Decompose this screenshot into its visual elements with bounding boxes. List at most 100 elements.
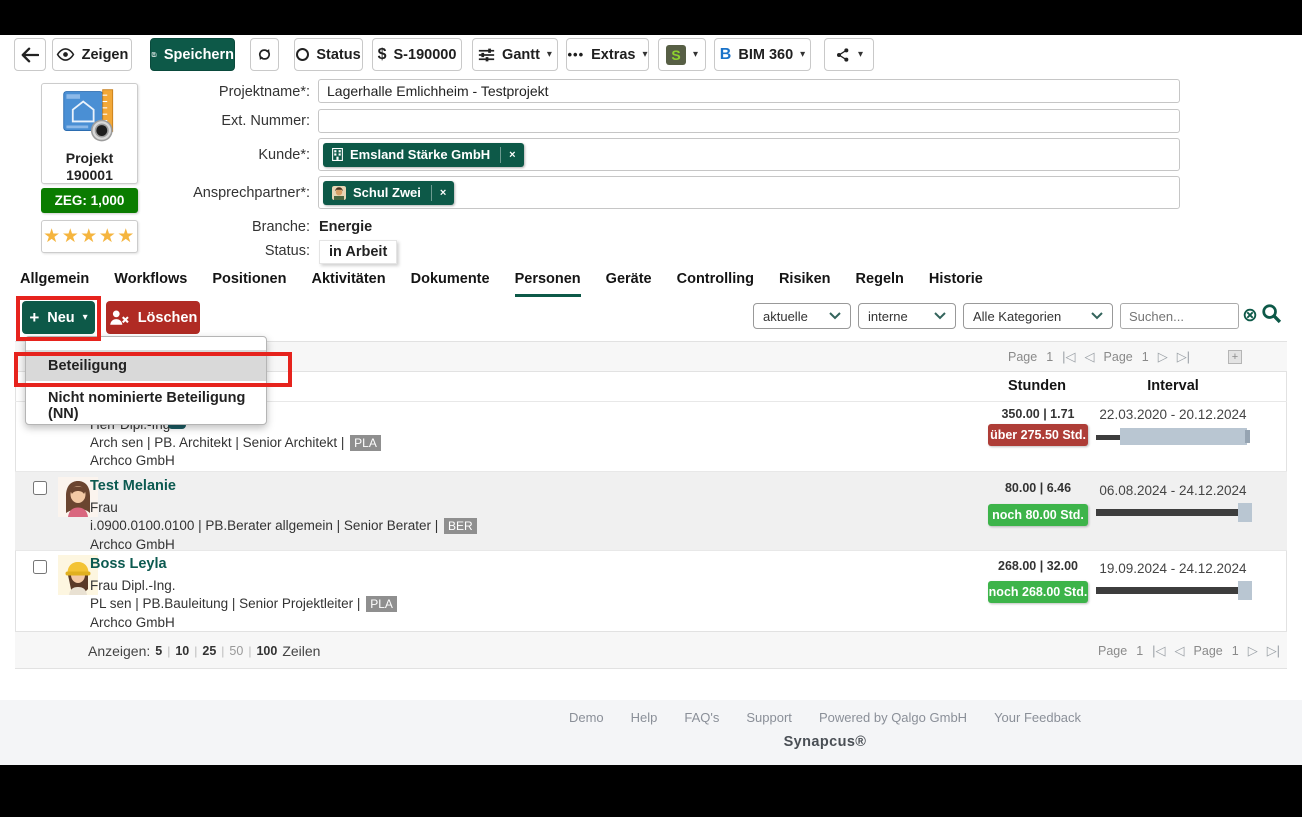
branche-value: Energie — [319, 219, 372, 235]
chevron-down-icon: ▾ — [693, 50, 698, 60]
project-number-label: S-190000 — [394, 47, 457, 63]
tab-positionen[interactable]: Positionen — [212, 271, 286, 297]
plus-icon: + — [29, 308, 39, 328]
share-button[interactable]: ▾ — [824, 38, 874, 71]
tab-personen[interactable]: Personen — [515, 271, 581, 297]
zeilen-label: Zeilen — [282, 643, 320, 659]
back-button[interactable] — [14, 38, 46, 71]
bim360-button[interactable]: B BIM 360 ▾ — [714, 38, 811, 71]
ansprechpartner-field[interactable]: Schul Zwei × — [318, 176, 1180, 209]
next-page-icon[interactable]: ▷ — [1248, 643, 1258, 659]
search-icon[interactable] — [1261, 303, 1282, 324]
footer-link-powered-by[interactable]: Powered by Qalgo GmbH — [819, 710, 967, 725]
person-company: Archco GmbH — [90, 453, 175, 468]
person-name[interactable]: Test Melanie — [90, 478, 176, 494]
row-checkbox[interactable] — [33, 560, 47, 574]
synapcus-app-button[interactable]: S ▾ — [658, 38, 706, 71]
prev-page-icon[interactable]: ◁ — [1085, 349, 1095, 365]
footer-link-feedback[interactable]: Your Feedback — [994, 710, 1081, 725]
status-form-label: Status: — [75, 243, 310, 259]
page-number: 1 — [1142, 350, 1149, 364]
status-value-box: in Arbeit — [319, 240, 397, 264]
interval-bar-handle[interactable] — [1245, 430, 1250, 443]
kunde-tag[interactable]: Emsland Stärke GmbH × — [323, 143, 524, 167]
status-button[interactable]: Status — [294, 38, 363, 71]
menu-item-beteiligung[interactable]: Beteiligung — [26, 350, 266, 381]
hours-badge: über 275.50 Std. — [988, 424, 1088, 446]
refresh-button[interactable] — [250, 38, 279, 71]
rows-option-50[interactable]: 50 — [229, 644, 243, 658]
share-icon — [835, 47, 851, 63]
first-page-icon[interactable]: |◁ — [1062, 349, 1075, 365]
zeitraum-select[interactable]: aktuelle — [753, 303, 851, 329]
prev-page-icon[interactable]: ◁ — [1175, 643, 1185, 659]
interval-dates: 22.03.2020 - 20.12.2024 — [1093, 407, 1253, 422]
ext-nummer-input[interactable] — [318, 109, 1180, 133]
last-page-icon[interactable]: ▷| — [1177, 349, 1190, 365]
footer-link-faqs[interactable]: FAQ's — [684, 710, 719, 725]
person-name[interactable]: Boss Leyla — [90, 556, 167, 572]
search-input[interactable] — [1120, 303, 1239, 329]
kunde-tag-label: Emsland Stärke GmbH — [350, 147, 490, 162]
tab-risiken[interactable]: Risiken — [779, 271, 831, 297]
next-page-icon[interactable]: ▷ — [1158, 349, 1168, 365]
neu-dropdown-menu: Beteiligung Nicht nominierte Beteiligung… — [25, 336, 267, 425]
tab-historie[interactable]: Historie — [929, 271, 983, 297]
tab-controlling[interactable]: Controlling — [677, 271, 754, 297]
zeigen-button[interactable]: Zeigen — [52, 38, 132, 71]
hours-badge: noch 268.00 Std. — [988, 581, 1088, 603]
gantt-button[interactable]: Gantt ▾ — [472, 38, 558, 71]
rows-option-25[interactable]: 25 — [202, 644, 216, 658]
tab-workflows[interactable]: Workflows — [114, 271, 187, 297]
chevron-down-icon — [934, 312, 946, 320]
interval-bar-fill[interactable] — [1096, 587, 1238, 594]
interval-bar-fill[interactable] — [1120, 428, 1247, 445]
interval-bar-handle[interactable] — [1238, 581, 1252, 600]
loeschen-button[interactable]: Löschen — [106, 301, 200, 334]
footer-links: Demo Help FAQ's Support Powered by Qalgo… — [345, 710, 1302, 725]
refresh-icon — [256, 46, 273, 63]
remove-ansprechpartner-icon[interactable]: × — [431, 185, 454, 201]
interval-bar-handle[interactable] — [1238, 503, 1252, 522]
ellipsis-icon: ••• — [567, 47, 584, 62]
neu-label: Neu — [47, 310, 74, 326]
footer-link-help[interactable]: Help — [631, 710, 658, 725]
rows-option-5[interactable]: 5 — [155, 644, 162, 658]
tab-geraete[interactable]: Geräte — [606, 271, 652, 297]
typ-select[interactable]: interne — [858, 303, 956, 329]
ansprechpartner-tag[interactable]: Schul Zwei × — [323, 181, 454, 205]
footer-link-demo[interactable]: Demo — [569, 710, 604, 725]
tab-allgemein[interactable]: Allgemein — [20, 271, 89, 297]
person-role: i.0900.0100.0100 | PB.Berater allgemein … — [90, 518, 477, 534]
speichern-button[interactable]: Speichern — [150, 38, 235, 71]
page-number: 1 — [1232, 644, 1239, 658]
hours-value: 350.00 | 1.71 — [988, 407, 1088, 421]
s-logo-icon: S — [666, 45, 686, 65]
extras-button[interactable]: ••• Extras ▾ — [566, 38, 649, 71]
hours-value: 80.00 | 6.46 — [988, 481, 1088, 495]
tab-regeln[interactable]: Regeln — [856, 271, 904, 297]
kategorie-select[interactable]: Alle Kategorien — [963, 303, 1113, 329]
tab-dokumente[interactable]: Dokumente — [411, 271, 490, 297]
interval-bar-lead — [1096, 435, 1120, 440]
rows-option-100[interactable]: 100 — [256, 644, 277, 658]
kunde-field[interactable]: Emsland Stärke GmbH × — [318, 138, 1180, 171]
eye-icon — [56, 47, 75, 62]
footer-link-support[interactable]: Support — [746, 710, 792, 725]
last-page-icon[interactable]: ▷| — [1267, 643, 1280, 659]
project-number-button[interactable]: $ S-190000 — [372, 38, 462, 71]
tab-aktivitaeten[interactable]: Aktivitäten — [311, 271, 385, 297]
dollar-icon: $ — [378, 46, 387, 64]
back-arrow-icon — [21, 47, 39, 63]
neu-button[interactable]: + Neu ▾ — [22, 301, 95, 334]
tab-bar: Allgemein Workflows Positionen Aktivität… — [20, 271, 983, 297]
clear-search-icon[interactable]: ⊗ — [1242, 304, 1258, 327]
projektname-input[interactable] — [318, 79, 1180, 103]
row-checkbox[interactable] — [33, 481, 47, 495]
first-page-icon[interactable]: |◁ — [1152, 643, 1165, 659]
expand-plus-icon[interactable]: + — [1228, 350, 1242, 364]
remove-kunde-icon[interactable]: × — [500, 147, 523, 163]
rows-option-10[interactable]: 10 — [175, 644, 189, 658]
menu-item-nn-beteiligung[interactable]: Nicht nominierte Beteiligung (NN) — [26, 391, 266, 421]
interval-bar-fill[interactable] — [1096, 509, 1238, 516]
